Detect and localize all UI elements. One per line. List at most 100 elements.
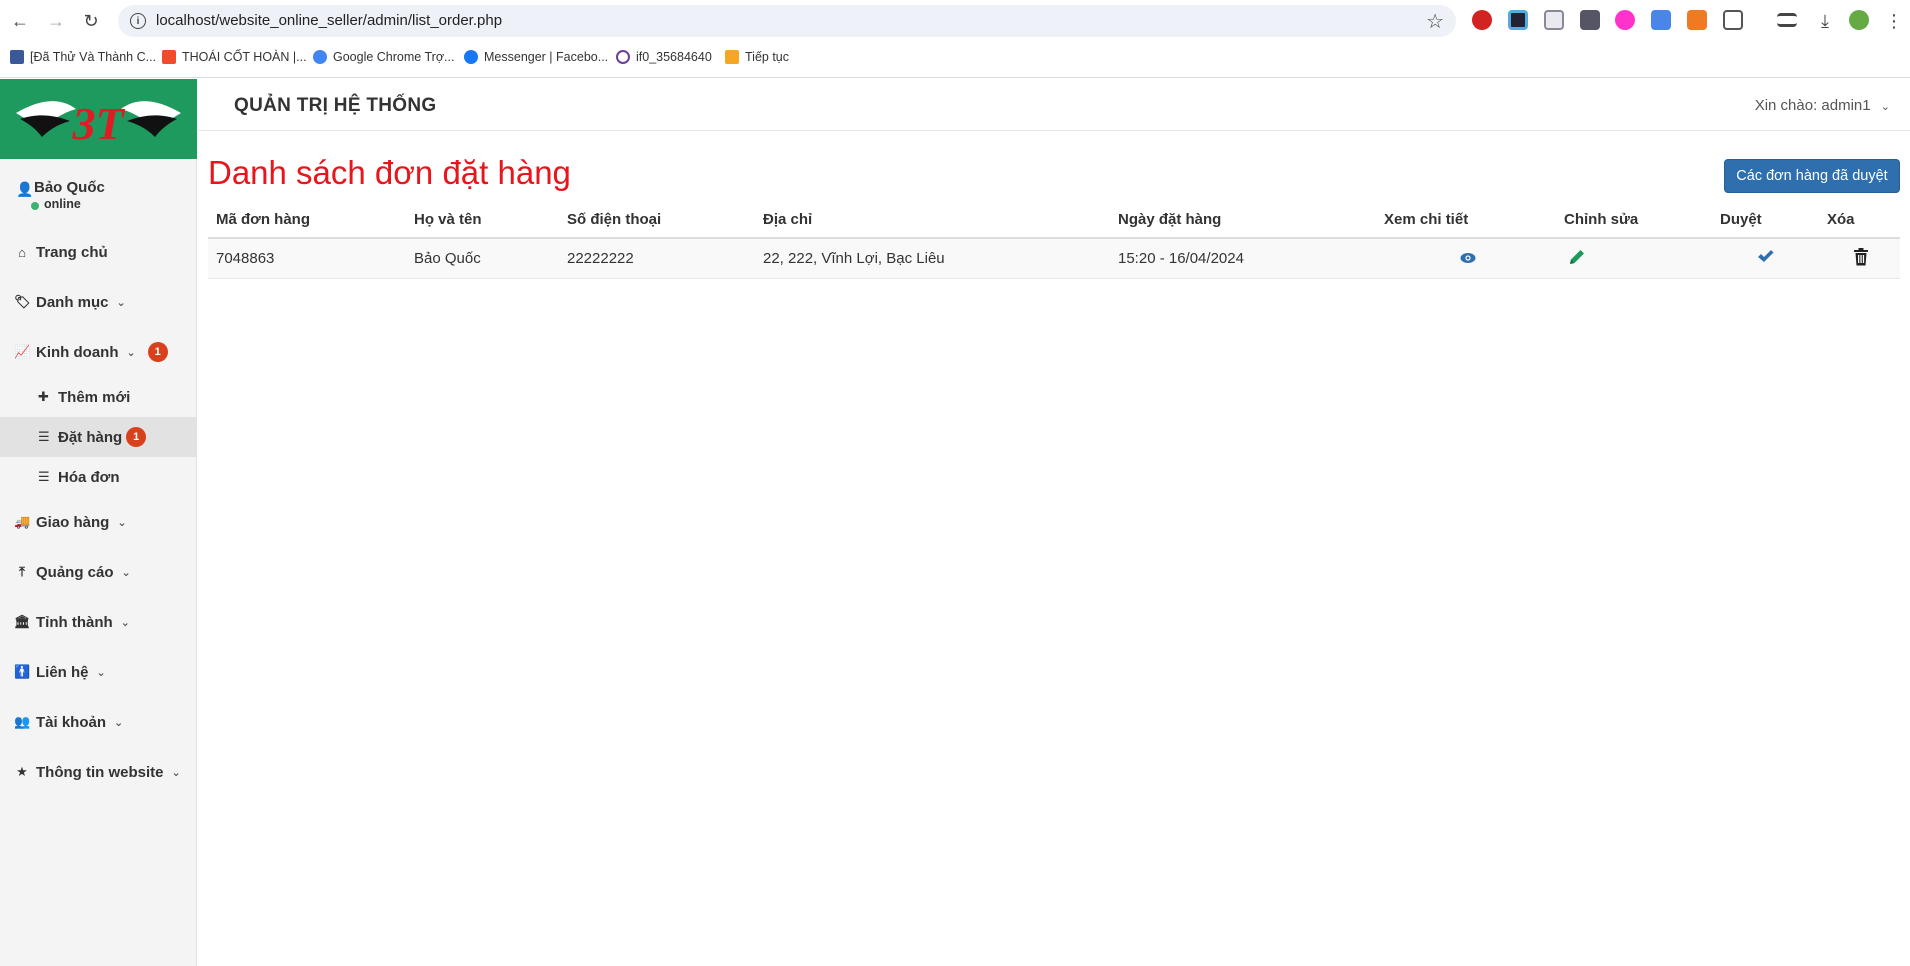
user-greeting-dropdown[interactable]: Xin chào: admin1 ⌄ [1755,97,1890,114]
sidebar-item-label: Đặt hàng [58,428,123,446]
bookmark-favicon-icon [10,50,24,64]
site-info-icon[interactable]: i [130,13,146,29]
order-date: 15:20 - 16/04/2024 [1118,250,1244,267]
reload-icon[interactable]: ↻ [79,9,103,33]
translate-extension-icon[interactable] [1651,10,1671,30]
user-panel: 👤 Bảo Quốc online [0,159,196,227]
order-id: 7048863 [216,250,275,267]
bookmark-label: Tiếp tục [745,50,790,64]
sidebar-item-label: Thông tin website [36,763,164,781]
approved-orders-button[interactable]: Các đơn hàng đã duyệt [1724,159,1900,193]
column-header: Số điện thoại [567,211,662,228]
bookmark-label: [Đã Thử Và Thành C... [30,50,157,64]
edit-pencil-icon[interactable] [1568,248,1586,271]
sidebar-item-website-info[interactable]: ★ Thông tin website ⌄ [0,747,196,797]
logo-wings-icon: 3T [16,98,181,149]
sidebar-item-category[interactable]: 🏷 Danh mục ⌄ [0,277,196,327]
bookmark-favicon-icon [313,50,327,64]
palette-extension-icon[interactable] [1615,10,1635,30]
sidebar-item-label: Quảng cáo [36,563,114,581]
more-menu-icon[interactable]: ⋮ [1882,9,1906,33]
profile-avatar[interactable] [1849,10,1869,30]
reading-list-icon[interactable] [1777,13,1797,27]
sidebar-item-invoices[interactable]: ☰ Hóa đơn [0,457,196,497]
bookmark-item[interactable]: Tiếp tục [725,50,789,64]
sidebar-item-label: Giao hàng [36,513,110,531]
back-icon[interactable]: ← [8,9,32,33]
phone-number: 22222222 [567,250,634,267]
bookmark-favicon-icon [616,50,630,64]
table-header: Mã đơn hàng Họ và tên Số điện thoại Địa … [208,206,1900,239]
bookmarks-bar: [Đã Thử Và Thành C... THOÁI CỐT HOÀN |..… [0,42,1910,78]
bookmark-label: THOÁI CỐT HOÀN |... [182,50,307,64]
sidebar-item-home[interactable]: ⌂ Trang chủ [0,227,196,277]
sidebar-item-label: Tài khoản [36,713,107,731]
sidebar: 3T 👤 Bảo Quốc online ⌂ Trang chủ 🏷 Danh mụ… [0,79,197,966]
sidebar-item-contact[interactable]: 🚹 Liên hệ ⌄ [0,647,196,697]
tags-icon: 🏷 [14,294,31,309]
users-icon: 👥 [14,714,31,729]
sidebar-item-orders[interactable]: ☰ Đặt hàng 1 [0,417,196,457]
table-row: 7048863 Bảo Quốc 22222222 22, 222, Vĩnh … [208,239,1900,279]
bookmark-item[interactable]: THOÁI CỐT HOÀN |... [162,50,307,64]
line-chart-icon: 📈 [14,344,31,359]
sidebar-item-label: Liên hệ [36,663,89,681]
sync-extension-icon[interactable] [1687,10,1707,30]
chevron-double-down-icon: ⌄ [121,566,131,579]
column-header: Duyệt [1720,211,1762,228]
forward-icon[interactable]: → [44,9,68,33]
browser-toolbar: ← → ↻ i localhost/website_online_seller/… [0,0,1910,42]
sidebar-item-add-new[interactable]: ✚ Thêm mới [0,377,196,417]
user-status: online [44,197,81,211]
notification-badge: 1 [126,427,147,447]
bookmark-item[interactable]: [Đã Thử Và Thành C... [10,50,156,64]
bookmark-favicon-icon [464,50,478,64]
approve-check-icon[interactable] [1757,248,1774,269]
notification-badge: 1 [147,342,168,362]
chevron-double-down-icon: ⌄ [114,716,124,729]
puzzle-extension-icon[interactable] [1723,10,1743,30]
person-icon: 🚹 [14,664,31,679]
sidebar-item-business[interactable]: 📈 Kinh doanh ⌄ 1 [0,327,196,377]
sidebar-item-label: Trang chủ [36,243,108,261]
chevron-double-down-icon: ⌄ [171,766,181,779]
view-detail-eye-icon[interactable] [1460,251,1476,269]
sidebar-item-provinces[interactable]: 🏛 Tỉnh thành ⌄ [0,597,196,647]
sidebar-item-label: Kinh doanh [36,343,119,361]
bookmark-item[interactable]: Google Chrome Trợ... [313,50,454,64]
bookmark-favicon-icon [725,50,739,64]
bookmark-item[interactable]: Messenger | Facebo... [464,50,608,64]
online-status-dot [31,202,39,210]
column-header: Mã đơn hàng [216,211,310,228]
sidebar-item-ads[interactable]: ⤒ Quảng cáo ⌄ [0,547,196,597]
grid-extension-icon[interactable] [1580,10,1600,30]
chevron-double-down-icon: ⌄ [120,616,130,629]
bookmark-favicon-icon [162,50,176,64]
bookmark-star-icon[interactable]: ☆ [1426,9,1444,34]
plus-icon: ✚ [38,389,49,404]
user-name: Bảo Quốc [34,179,105,196]
star-icon: ★ [16,764,28,779]
logo[interactable]: 3T [0,79,197,159]
sidebar-item-shipping[interactable]: 🚚 Giao hàng ⌄ [0,497,196,547]
list-icon: ☰ [38,469,50,484]
color-extension-icon[interactable] [1508,10,1528,30]
bookmark-item[interactable]: if0_35684640 [616,50,712,64]
list-icon: ☰ [38,429,50,444]
chevron-double-down-icon: ⌄ [126,346,136,359]
shield-extension-icon[interactable] [1544,10,1564,30]
bookmark-label: Messenger | Facebo... [484,50,609,64]
column-header: Chỉnh sửa [1564,211,1639,228]
customer-name: Bảo Quốc [414,250,481,267]
orders-table: Mã đơn hàng Họ và tên Số điện thoại Địa … [208,206,1900,279]
sidebar-item-accounts[interactable]: 👥 Tài khoản ⌄ [0,697,196,747]
address-bar[interactable]: i localhost/website_online_seller/admin/… [118,5,1456,37]
admin-header: QUẢN TRỊ HỆ THỐNG Xin chào: admin1 ⌄ [198,79,1910,131]
logo-text: 3T [71,98,125,149]
download-icon[interactable]: ⤓ [1813,9,1837,33]
delete-trash-icon[interactable] [1853,248,1869,271]
opera-extension-icon[interactable] [1472,10,1492,30]
user-icon: 👤 [16,181,34,197]
sidebar-item-label: Tỉnh thành [36,613,113,631]
url-text[interactable]: localhost/website_online_seller/admin/li… [156,12,502,29]
